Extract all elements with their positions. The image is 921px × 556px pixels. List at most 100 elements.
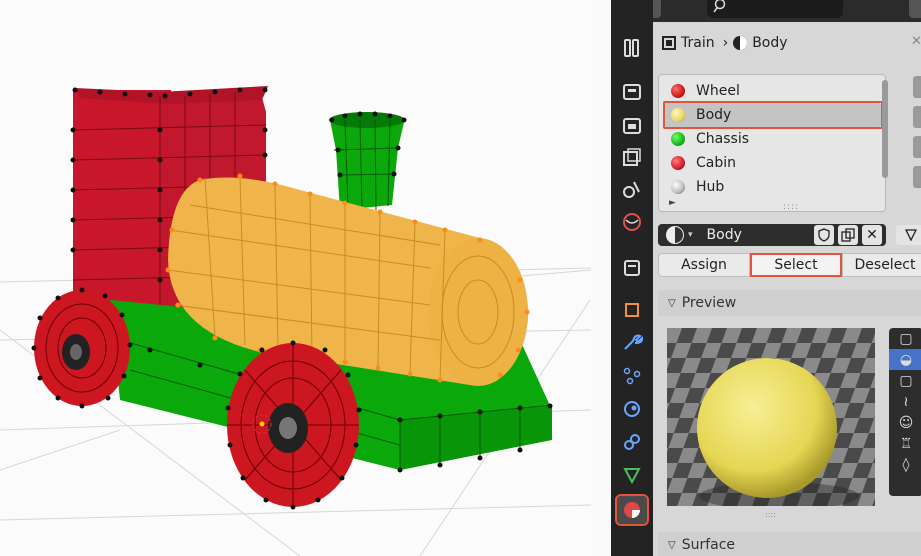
material-tab[interactable]	[615, 494, 649, 526]
material-slot-label: Cabin	[696, 155, 737, 171]
cube-preview-button[interactable]: ▢	[889, 370, 921, 391]
world-icon	[623, 213, 641, 231]
search-icon	[713, 0, 726, 13]
material-icon	[733, 36, 748, 50]
properties-panel: Train › Body ✕ Wheel Body Chassis Cabin …	[653, 0, 921, 556]
material-slot[interactable]: Chassis	[663, 127, 881, 151]
editor-divider[interactable]	[591, 0, 611, 556]
deselect-button[interactable]: Deselect	[842, 253, 921, 277]
output-tab[interactable]	[617, 112, 647, 140]
selected-slot-highlight	[663, 101, 883, 129]
particles-icon	[623, 367, 641, 385]
remove-slot-button[interactable]	[913, 106, 921, 128]
expand-triangle-icon[interactable]: ►	[669, 198, 676, 208]
close-icon: ✕	[866, 227, 878, 243]
material-ball-icon	[671, 84, 685, 98]
material-slot-list: Wheel Body Chassis Cabin Hub	[658, 74, 886, 212]
physics-icon	[624, 401, 640, 417]
search-input[interactable]	[707, 0, 843, 18]
duplicate-material-button[interactable]	[838, 225, 858, 245]
move-slot-button[interactable]	[913, 166, 921, 188]
train-model[interactable]	[0, 0, 591, 556]
properties-tab-bar	[611, 0, 653, 556]
modifier-tab[interactable]	[617, 328, 647, 356]
material-ball-icon	[671, 132, 685, 146]
header-options-button[interactable]	[909, 0, 921, 18]
shield-icon	[818, 228, 830, 242]
material-slot-label: Chassis	[696, 131, 749, 147]
render-icon	[623, 84, 641, 100]
material-slot[interactable]: Cabin	[663, 151, 881, 175]
surface-title: Surface	[681, 537, 736, 553]
view-layer-icon	[623, 148, 641, 166]
material-ball-icon	[671, 156, 685, 170]
render-tab[interactable]	[617, 78, 647, 106]
select-button[interactable]: Select	[750, 253, 842, 277]
mesh-data-icon	[904, 229, 918, 242]
data-tab[interactable]	[617, 461, 647, 489]
constraints-icon	[624, 434, 640, 450]
material-slot[interactable]: Wheel	[663, 79, 881, 103]
view-layer-tab[interactable]	[617, 143, 647, 171]
preview-resize-handle[interactable]: ::::	[765, 510, 776, 519]
object-tab[interactable]	[617, 296, 647, 324]
monkey-preview-button[interactable]: ☺	[889, 412, 921, 433]
editor-type-button[interactable]	[653, 0, 661, 18]
material-slot-label: Wheel	[696, 83, 740, 99]
material-browse-icon[interactable]	[666, 226, 684, 244]
add-slot-button[interactable]	[913, 76, 921, 98]
world-tab[interactable]	[617, 208, 647, 236]
tool-icon	[624, 39, 639, 57]
cloth-preview-button[interactable]: ♖	[889, 433, 921, 454]
material-preview	[667, 328, 875, 506]
collection-icon	[624, 260, 640, 276]
data-icon	[623, 468, 641, 485]
flat-preview-button[interactable]: ▢	[889, 328, 921, 349]
object-icon	[625, 303, 639, 317]
physics-tab[interactable]	[617, 395, 647, 423]
3d-viewport[interactable]	[0, 0, 591, 556]
link-data-button[interactable]	[896, 225, 921, 245]
chevron-down-icon: ▽	[668, 297, 676, 309]
preview-render	[667, 328, 875, 506]
surface-panel-header[interactable]: ▽ Surface	[658, 532, 921, 556]
output-icon	[623, 118, 641, 134]
chimney-mesh[interactable]	[329, 111, 407, 211]
fake-user-button[interactable]	[814, 225, 834, 245]
preview-type-toolbar: ▢ ◒ ▢ ≀ ☺ ♖ ◊	[889, 328, 921, 496]
duplicate-icon	[841, 228, 855, 242]
unlink-material-button[interactable]: ✕	[862, 225, 882, 245]
slot-operations: Assign Select Deselect	[658, 253, 921, 277]
breadcrumb-separator: ›	[722, 35, 729, 51]
sphere-preview-button[interactable]: ◒	[889, 349, 921, 370]
scene-tab[interactable]	[617, 175, 647, 203]
tool-tab[interactable]	[617, 34, 647, 62]
breadcrumb: Train › Body	[661, 32, 792, 54]
pin-icon[interactable]: ✕	[911, 34, 921, 49]
breadcrumb-object: Train	[681, 35, 715, 51]
resize-handle[interactable]: ::::	[783, 202, 799, 212]
slot-side-tools	[913, 76, 921, 196]
modifier-icon	[624, 334, 643, 350]
slot-list-scrollbar[interactable]	[882, 80, 888, 178]
preview-panel-header[interactable]: ▽ Preview	[658, 290, 921, 316]
chevron-down-icon: ▾	[688, 230, 693, 240]
object-icon	[662, 36, 676, 50]
slot-specials-button[interactable]	[913, 136, 921, 158]
material-name: Body	[706, 227, 742, 243]
preview-title: Preview	[681, 295, 737, 311]
material-slot-label: Hub	[696, 179, 725, 195]
chevron-down-icon: ▽	[668, 539, 676, 551]
scene-icon	[623, 181, 640, 198]
assign-button[interactable]: Assign	[658, 253, 750, 277]
collection-tab[interactable]	[617, 254, 647, 282]
material-slot[interactable]: Hub	[663, 175, 881, 199]
material-icon	[624, 502, 640, 518]
constraints-tab[interactable]	[617, 428, 647, 456]
breadcrumb-material: Body	[752, 35, 788, 51]
hair-preview-button[interactable]: ≀	[889, 391, 921, 412]
particles-tab[interactable]	[617, 362, 647, 390]
material-ball-icon	[671, 180, 685, 194]
fluid-preview-button[interactable]: ◊	[889, 454, 921, 475]
properties-header	[653, 0, 921, 22]
